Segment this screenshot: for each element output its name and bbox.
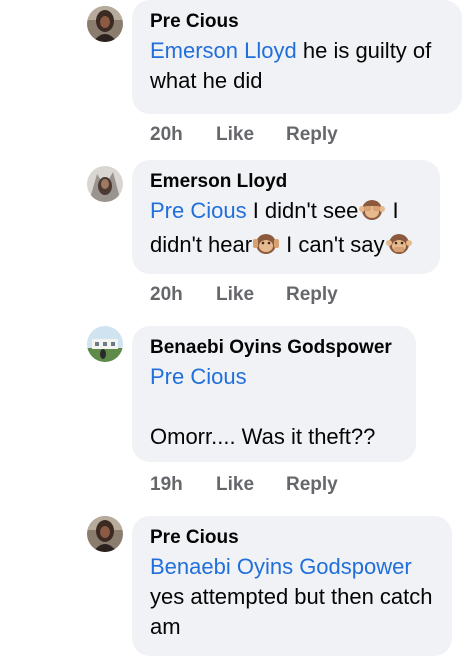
comment-text: Pre Cious I didn't see I didn't hear I c… <box>150 196 422 264</box>
like-button[interactable]: Like <box>216 284 286 306</box>
comment-text: Emerson Lloyd he is guilty of what he di… <box>150 36 444 96</box>
comment-bubble: Pre Cious Benaebi Oyins Godspower yes at… <box>132 516 452 656</box>
reply-button[interactable]: Reply <box>286 284 338 306</box>
comment-actions: 19h Like Reply <box>150 474 338 496</box>
comment-author[interactable]: Pre Cious <box>150 10 444 34</box>
comment-bubble: Emerson Lloyd Pre Cious I didn't see I d… <box>132 160 440 274</box>
avatar-pre-cious[interactable] <box>87 6 123 42</box>
mention-link[interactable]: Pre Cious <box>150 362 398 392</box>
avatar-pre-cious[interactable] <box>87 516 123 552</box>
reply-button[interactable]: Reply <box>286 474 338 496</box>
timestamp[interactable]: 20h <box>150 284 216 306</box>
comment-author[interactable]: Pre Cious <box>150 526 434 550</box>
comment-bubble: Benaebi Oyins Godspower Pre Cious Omorr.… <box>132 326 416 462</box>
reply-button[interactable]: Reply <box>286 124 338 146</box>
speak-no-evil-monkey-icon <box>385 232 412 264</box>
comment-bubble: Pre Cious Emerson Lloyd he is guilty of … <box>132 0 462 114</box>
comment-text-content: yes attempted but then catch am <box>150 584 433 639</box>
like-button[interactable]: Like <box>216 474 286 496</box>
comment-text-content: Omorr.... Was it theft?? <box>150 424 376 449</box>
mention-link[interactable]: Pre Cious <box>150 198 247 223</box>
comment-author[interactable]: Emerson Lloyd <box>150 170 422 194</box>
comment-author[interactable]: Benaebi Oyins Godspower <box>150 336 398 360</box>
avatar-emerson-lloyd[interactable] <box>87 166 123 202</box>
mention-link[interactable]: Benaebi Oyins Godspower <box>150 552 434 582</box>
comment-text-part1: I didn't see <box>246 198 359 223</box>
hear-no-evil-monkey-icon <box>253 232 280 264</box>
comment-text: Pre Cious Omorr.... Was it theft?? <box>150 362 398 452</box>
see-no-evil-monkey-icon <box>359 198 386 230</box>
mention-link[interactable]: Emerson Lloyd <box>150 38 297 63</box>
comment-actions: 20h Like Reply <box>150 284 338 306</box>
timestamp[interactable]: 20h <box>150 124 216 146</box>
like-button[interactable]: Like <box>216 124 286 146</box>
avatar-benaebi-oyins-godspower[interactable] <box>87 326 123 362</box>
comment-actions: 20h Like Reply <box>150 124 338 146</box>
comment-text-part3: I can't say <box>280 232 385 257</box>
comment-text: Benaebi Oyins Godspower yes attempted bu… <box>150 552 434 642</box>
timestamp[interactable]: 19h <box>150 474 216 496</box>
